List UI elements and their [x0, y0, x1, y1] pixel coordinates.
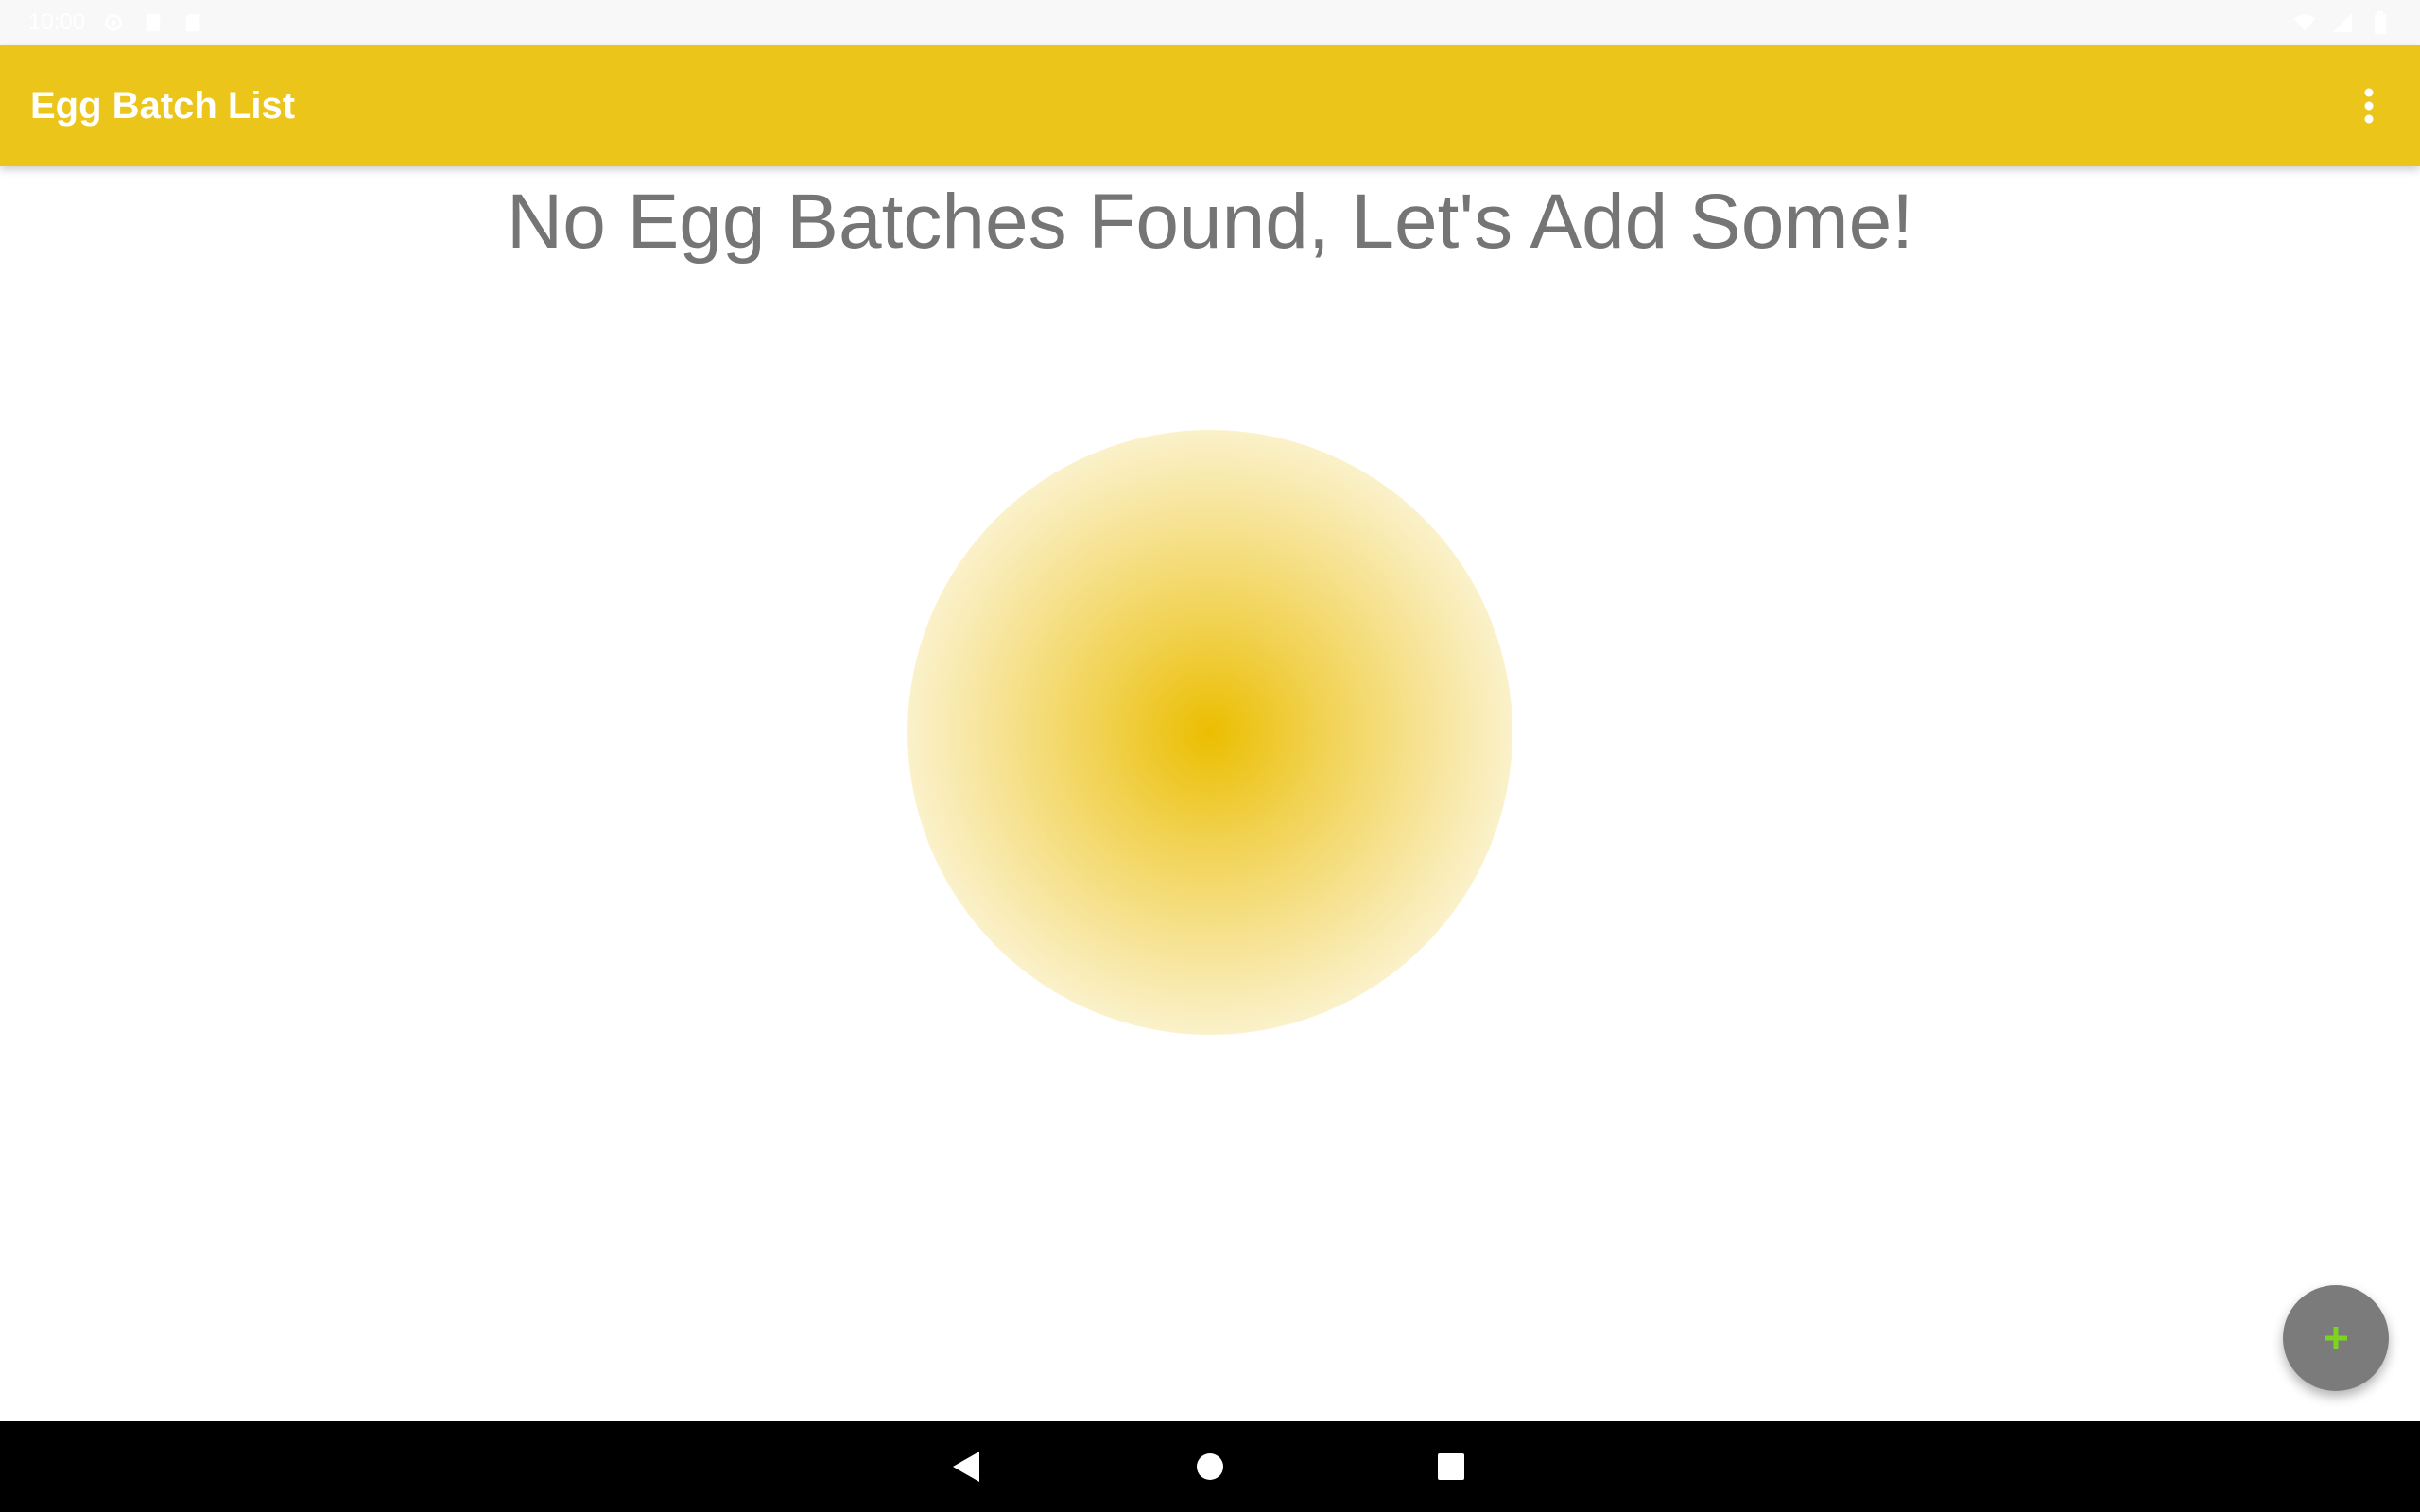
plus-icon	[2325, 1327, 2347, 1349]
egg-yolk-illustration	[908, 430, 1512, 1035]
app-bar: Egg Batch List	[0, 45, 2420, 166]
app-title: Egg Batch List	[30, 85, 296, 127]
navigation-bar	[0, 1421, 2420, 1512]
wifi-icon	[2293, 11, 2316, 34]
empty-state-message: No Egg Batches Found, Let's Add Some!	[506, 179, 1913, 265]
sim-card-icon	[142, 11, 164, 34]
screen: 10:00 Egg Batch List No Egg Batches Foun…	[0, 0, 2420, 1512]
recents-icon[interactable]	[1423, 1438, 1479, 1495]
add-egg-batch-button[interactable]	[2283, 1285, 2389, 1391]
signal-icon	[2331, 11, 2354, 34]
home-icon[interactable]	[1182, 1438, 1238, 1495]
status-bar-right	[2293, 8, 2392, 38]
status-bar-left: 10:00	[28, 8, 204, 38]
back-icon[interactable]	[938, 1438, 994, 1495]
more-vert-icon[interactable]	[2331, 68, 2407, 144]
settings-icon	[102, 11, 125, 34]
status-bar: 10:00	[0, 0, 2420, 45]
status-time: 10:00	[28, 9, 86, 35]
sd-card-icon	[182, 11, 204, 34]
battery-icon	[2369, 11, 2392, 34]
